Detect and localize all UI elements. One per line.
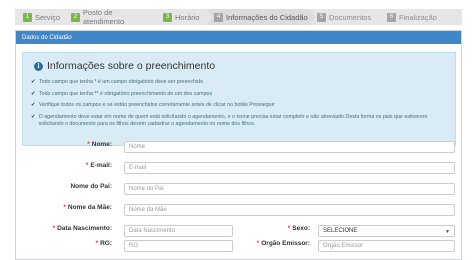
info-title: Informações sobre o preenchimento	[47, 60, 216, 72]
email-label-row: * E-mail:	[16, 162, 112, 169]
step-arrow	[379, 9, 386, 25]
nome-label-text: Nome:	[91, 141, 112, 148]
nascimento-label-text: Data Nascimento:	[57, 225, 112, 232]
pai-label: Nome do Pai:	[70, 183, 112, 190]
info-item-text: Todo campo que tenha ** é obrigatório pr…	[39, 90, 213, 97]
info-item-text: Todo campo que tenha * é um campo obriga…	[39, 79, 204, 85]
email-label: * E-mail:	[86, 162, 112, 169]
sexo-label: * Sexo:	[288, 225, 310, 232]
panel-title: Dados do Cidadão	[16, 31, 461, 44]
nome-pai-input[interactable]: Nome do Pai	[124, 183, 455, 195]
nome-input[interactable]: Nome	[124, 141, 455, 153]
step-arrow	[63, 9, 70, 25]
sexo-label-text: Sexo:	[292, 225, 310, 232]
chevron-down-icon: ▼	[445, 229, 450, 235]
step-number: 1	[23, 12, 32, 22]
step-label: Posto de atendimento	[82, 8, 125, 26]
info-title-row: i Informações sobre o preenchimento	[34, 60, 215, 72]
info-item-text: Verifique todos os campos e se estão pre…	[39, 102, 275, 108]
orgao-emissor-input[interactable]: Orgão Emissor	[318, 240, 455, 252]
sexo-select-value: SELECIONE	[323, 228, 358, 234]
step-number: 5	[317, 12, 326, 22]
required-mark: *	[85, 162, 89, 169]
wizard-steps: 1 Serviço 2 Posto de atendimento 3 Horár…	[15, 8, 462, 26]
nome-label: * Nome:	[87, 141, 112, 148]
rg-label-text: RG:	[100, 240, 112, 247]
step-label: Informações do Cidadão	[226, 12, 308, 22]
step-number: 4	[214, 12, 223, 22]
pai-label-text: Nome do Pai:	[70, 183, 112, 190]
step-servico[interactable]: 1 Serviço	[15, 9, 70, 25]
orgao-label-row: * Orgão Emissor:	[240, 240, 310, 247]
step-finalizacao[interactable]: 6 Finalização	[379, 9, 462, 25]
email-label-text: E-mail:	[90, 162, 112, 169]
check-icon: ✔	[31, 102, 36, 108]
step-documentos[interactable]: 5 Documentos	[309, 9, 386, 25]
step-posto[interactable]: 2 Posto de atendimento	[63, 8, 162, 26]
required-mark: *	[63, 204, 66, 211]
info-box: i Informações sobre o preenchimento ✔ To…	[22, 52, 456, 146]
step-informacoes[interactable]: 4 Informações do Cidadão	[206, 9, 316, 25]
nome-label-row: * Nome:	[16, 141, 112, 148]
step-label: Horário	[175, 12, 200, 22]
info-item: ✔ O agendamento deve estar em nome de qu…	[31, 114, 451, 128]
rg-label: * RG:	[96, 240, 112, 247]
sexo-label-row: * Sexo:	[240, 225, 310, 232]
nascimento-label-row: * Data Nascimento:	[16, 225, 112, 232]
check-icon: ✔	[31, 90, 36, 97]
data-nascimento-input[interactable]: Data Nascimento	[124, 225, 233, 237]
step-number: 3	[163, 12, 172, 22]
info-item: ✔ Todo campo que tenha * é um campo obri…	[31, 79, 451, 86]
mae-label-text: Nome da Mãe:	[67, 204, 112, 211]
step-arrow	[309, 9, 316, 25]
mae-label-row: * Nome da Mãe:	[16, 204, 112, 211]
mae-label: * Nome da Mãe:	[63, 204, 112, 211]
required-mark: *	[256, 240, 260, 247]
step-horario[interactable]: 3 Horário	[155, 9, 213, 25]
step-number: 2	[71, 12, 80, 22]
required-mark: *	[95, 240, 99, 247]
required-mark: *	[52, 225, 56, 232]
info-item: ✔ Todo campo que tenha ** é obrigatório …	[31, 91, 451, 98]
step-label: Finalização	[399, 12, 437, 22]
nome-mae-input[interactable]: Nome da Mãe	[124, 204, 455, 216]
info-icon: i	[34, 61, 43, 71]
rg-label-row: * RG:	[16, 240, 112, 247]
step-arrow	[206, 9, 213, 25]
check-icon: ✔	[31, 79, 36, 85]
orgao-label-text: Orgão Emissor:	[261, 240, 310, 247]
nascimento-label: * Data Nascimento:	[53, 225, 112, 232]
orgao-label: * Orgão Emissor:	[257, 240, 310, 247]
check-icon: ✔	[31, 113, 36, 120]
required-mark: *	[287, 225, 291, 232]
step-number: 6	[387, 12, 396, 22]
info-item-text: O agendamento deve estar em nome de quem…	[38, 113, 428, 127]
step-label: Serviço	[35, 12, 61, 22]
required-mark: *	[87, 141, 90, 148]
pai-label-row: Nome do Pai:	[16, 183, 112, 190]
email-input[interactable]: E-mail	[124, 162, 455, 174]
step-arrow	[155, 9, 162, 25]
info-list: ✔ Todo campo que tenha * é um campo obri…	[31, 79, 451, 132]
info-item: ✔ Verifique todos os campos e se estão p…	[31, 102, 451, 109]
rg-input[interactable]: RG	[124, 240, 233, 252]
sexo-select[interactable]: SELECIONE ▼	[318, 225, 455, 237]
step-label: Documentos	[329, 12, 372, 22]
